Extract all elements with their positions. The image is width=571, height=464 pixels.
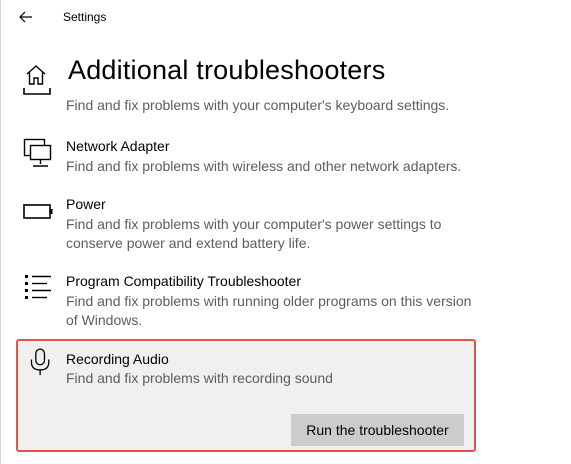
battery-icon	[23, 204, 53, 219]
back-button[interactable]	[15, 6, 37, 28]
settings-window: Settings Additional troubleshooters Find…	[0, 0, 571, 464]
troubleshooter-description: Find and fix problems with your computer…	[66, 216, 442, 251]
home-button[interactable]	[24, 63, 48, 87]
back-arrow-icon	[19, 11, 32, 23]
troubleshooter-title: Recording Audio	[66, 351, 169, 367]
troubleshooter-item-program-compatibility[interactable]: Program Compatibility Troubleshooter Fin…	[19, 273, 479, 331]
microphone-icon	[30, 348, 50, 376]
troubleshooter-item-power[interactable]: Power Find and fix problems with your co…	[19, 196, 479, 254]
list-icon	[25, 275, 51, 299]
troubleshooter-title: Program Compatibility Troubleshooter	[66, 273, 301, 289]
keyboard-icon	[23, 88, 51, 95]
keyboard-item-description: Find and fix problems with your computer…	[66, 97, 450, 113]
page-title: Additional troubleshooters	[68, 55, 386, 85]
network-adapter-icon	[23, 138, 52, 167]
troubleshooter-item-network-adapter[interactable]: Network Adapter Find and fix problems wi…	[19, 138, 479, 178]
title-bar: Settings	[1, 0, 571, 34]
home-icon	[26, 65, 46, 85]
troubleshooter-description: Find and fix problems with running older…	[66, 293, 472, 328]
troubleshooter-title: Power	[66, 196, 106, 212]
troubleshooter-description: Find and fix problems with wireless and …	[66, 158, 462, 174]
app-title: Settings	[63, 10, 107, 24]
troubleshooter-title: Network Adapter	[66, 138, 170, 154]
run-troubleshooter-button[interactable]: Run the troubleshooter	[291, 414, 464, 446]
troubleshooter-description: Find and fix problems with recording sou…	[66, 370, 333, 386]
